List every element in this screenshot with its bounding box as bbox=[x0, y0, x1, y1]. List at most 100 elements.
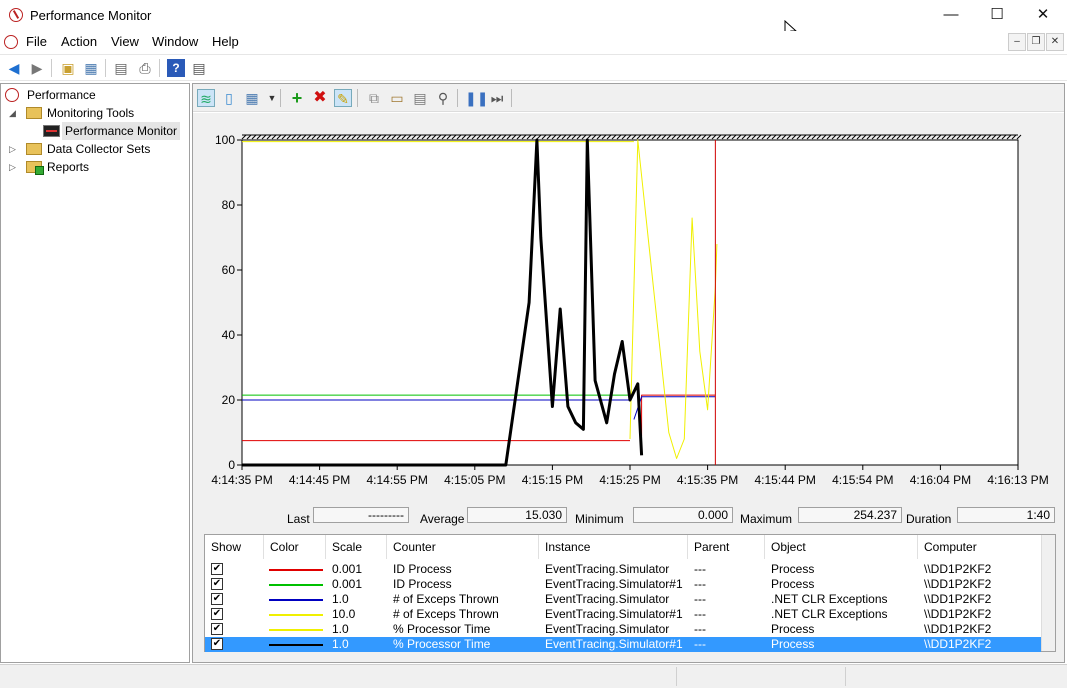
hatch-mark bbox=[811, 134, 817, 140]
mdi-minimize-button[interactable]: – bbox=[1008, 33, 1026, 51]
close-button[interactable]: ✕ bbox=[1020, 0, 1066, 30]
document-system-icon[interactable] bbox=[4, 35, 18, 49]
legend-scrollbar[interactable] bbox=[1041, 535, 1055, 651]
hatch-mark bbox=[786, 134, 792, 140]
change-graph-type-icon[interactable]: ▦ bbox=[243, 89, 261, 107]
hatch-mark bbox=[956, 134, 962, 140]
hatch-mark bbox=[316, 134, 322, 140]
hatch-mark bbox=[911, 134, 917, 140]
hatch-mark bbox=[941, 134, 947, 140]
hatch-mark bbox=[946, 134, 952, 140]
show-checkbox[interactable]: ✔ bbox=[211, 638, 223, 650]
up-folder-icon[interactable]: ▣ bbox=[59, 59, 77, 77]
hatch-mark bbox=[461, 134, 467, 140]
add-counter-icon[interactable]: + bbox=[288, 89, 306, 107]
maximize-button[interactable]: ☐ bbox=[974, 0, 1020, 30]
legend-row[interactable]: ✔ 1.0 # of Exceps Thrown EventTracing.Simul… bbox=[205, 592, 1041, 607]
menu-view[interactable]: View bbox=[111, 34, 139, 49]
hatch-mark bbox=[701, 134, 707, 140]
collapsed-chevron-icon[interactable]: ▷ bbox=[9, 140, 19, 158]
x-tick-label: 4:14:35 PM bbox=[211, 473, 272, 487]
graph-type-dropdown-icon[interactable]: ▼ bbox=[263, 89, 281, 107]
legend-cell-computer: \\DD1P2KF2 bbox=[924, 592, 992, 606]
legend-header-instance[interactable]: Instance bbox=[539, 535, 688, 559]
hatch-mark bbox=[351, 134, 357, 140]
legend-header-object[interactable]: Object bbox=[765, 535, 918, 559]
paste-counter-list-icon[interactable]: ▭ bbox=[388, 89, 406, 107]
tree-label: Performance bbox=[27, 88, 96, 102]
legend-row[interactable]: ✔ 10.0 # of Exceps Thrown EventTracing.Simu… bbox=[205, 607, 1041, 622]
legend-row[interactable]: ✔ 1.0 % Processor Time EventTracing.Simulat… bbox=[205, 637, 1041, 652]
legend-cell-object: Process bbox=[771, 577, 815, 591]
hatch-mark bbox=[581, 134, 587, 140]
legend-header-scale[interactable]: Scale bbox=[326, 535, 387, 559]
legend-cell-counter: # of Exceps Thrown bbox=[393, 592, 499, 606]
hatch-mark bbox=[271, 134, 277, 140]
maximum-value: 254.237 bbox=[798, 507, 902, 523]
back-arrow-icon[interactable]: ◀ bbox=[5, 59, 23, 77]
freeze-display-pause-icon[interactable]: ❚❚ bbox=[465, 89, 488, 107]
mdi-close-button[interactable]: ✕ bbox=[1046, 33, 1064, 51]
help-icon[interactable]: ? bbox=[167, 59, 185, 77]
hatch-mark bbox=[601, 134, 607, 140]
legend-header-computer[interactable]: Computer bbox=[918, 535, 1042, 559]
hatch-mark bbox=[841, 134, 847, 140]
collapsed-chevron-icon[interactable]: ▷ bbox=[9, 158, 19, 176]
x-tick-label: 4:15:54 PM bbox=[832, 473, 893, 487]
hatch-mark bbox=[621, 134, 627, 140]
legend-cell-computer: \\DD1P2KF2 bbox=[924, 562, 992, 576]
folder-icon bbox=[26, 143, 42, 155]
legend-header-parent[interactable]: Parent bbox=[688, 535, 765, 559]
performance-monitor-pane: ≋ ▯ ▦ ▼ + ✖ ✎ ⧉ ▭ ▤ ⚲ ❚❚ ⏭ 0 20 40 60 80 100 4… bbox=[192, 83, 1065, 663]
legend-row[interactable]: ✔ 1.0 % Processor Time EventTracing.Simulat… bbox=[205, 622, 1041, 637]
hatch-mark bbox=[546, 134, 552, 140]
hatch-mark bbox=[971, 134, 977, 140]
export-list-icon[interactable]: ▤ bbox=[112, 59, 130, 77]
show-checkbox[interactable]: ✔ bbox=[211, 563, 223, 575]
copy-properties-icon[interactable]: ⧉ bbox=[365, 89, 383, 107]
hatch-mark bbox=[451, 134, 457, 140]
show-checkbox[interactable]: ✔ bbox=[211, 593, 223, 605]
hatch-mark bbox=[321, 134, 327, 140]
mdi-restore-button[interactable]: ❐ bbox=[1027, 33, 1045, 51]
statistics-bar: Last --------- Average 15.030 Minimum 0.… bbox=[193, 504, 1064, 532]
x-tick-label: 4:14:55 PM bbox=[367, 473, 428, 487]
minimize-button[interactable]: — bbox=[928, 0, 974, 30]
show-hide-tree-icon[interactable]: ▦ bbox=[82, 59, 100, 77]
hatch-mark bbox=[246, 134, 252, 140]
forward-arrow-icon[interactable]: ▶ bbox=[28, 59, 46, 77]
menu-file[interactable]: File bbox=[26, 34, 47, 49]
legend-header-color[interactable]: Color bbox=[264, 535, 326, 559]
show-checkbox[interactable]: ✔ bbox=[211, 608, 223, 620]
legend-cell-scale: 1.0 bbox=[332, 622, 349, 636]
counter-legend-table[interactable]: Show Color Scale Counter Instance Parent… bbox=[204, 534, 1056, 652]
expanded-chevron-icon[interactable]: ◢ bbox=[9, 104, 19, 122]
performance-line-chart[interactable]: 0 20 40 60 80 100 4:14:35 PM 4:14:45 PM 4:14:55 … bbox=[193, 113, 1064, 508]
highlight-pencil-icon[interactable]: ✎ bbox=[334, 89, 352, 107]
hatch-mark bbox=[631, 134, 637, 140]
properties-icon[interactable]: ▤ bbox=[411, 89, 429, 107]
update-data-step-icon[interactable]: ⏭ bbox=[488, 89, 506, 107]
hatch-mark bbox=[1016, 134, 1022, 140]
hatch-mark bbox=[966, 134, 972, 140]
print-icon[interactable]: ⎙ bbox=[136, 59, 154, 77]
hatch-mark bbox=[876, 134, 882, 140]
show-checkbox[interactable]: ✔ bbox=[211, 578, 223, 590]
view-graph-icon[interactable]: ≋ bbox=[197, 89, 215, 107]
zoom-icon[interactable]: ⚲ bbox=[434, 89, 452, 107]
hatch-mark bbox=[846, 134, 852, 140]
legend-cell-parent: --- bbox=[694, 562, 706, 576]
legend-row[interactable]: ✔ 0.001 ID Process EventTracing.Simulator --… bbox=[205, 562, 1041, 577]
menu-action[interactable]: Action bbox=[61, 34, 97, 49]
view-histogram-icon[interactable]: ▯ bbox=[220, 89, 238, 107]
console-view-icon[interactable]: ▤ bbox=[190, 59, 208, 77]
legend-header-counter[interactable]: Counter bbox=[387, 535, 539, 559]
menu-help[interactable]: Help bbox=[212, 34, 239, 49]
x-tick-label: 4:15:25 PM bbox=[599, 473, 660, 487]
show-checkbox[interactable]: ✔ bbox=[211, 623, 223, 635]
hatch-mark bbox=[576, 134, 582, 140]
menu-window[interactable]: Window bbox=[152, 34, 198, 49]
legend-header-show[interactable]: Show bbox=[205, 535, 264, 559]
delete-counter-icon[interactable]: ✖ bbox=[311, 89, 329, 107]
legend-row[interactable]: ✔ 0.001 ID Process EventTracing.Simulator#1… bbox=[205, 577, 1041, 592]
